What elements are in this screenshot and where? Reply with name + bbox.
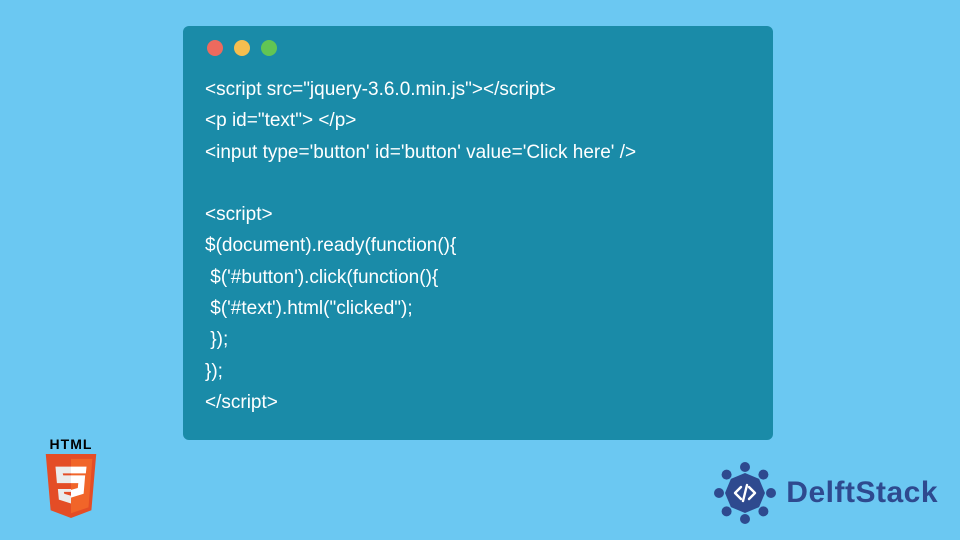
- code-line-blank: [205, 168, 751, 199]
- code-line: });: [205, 356, 751, 387]
- code-block: <script src="jquery-3.6.0.min.js"></scri…: [205, 74, 751, 418]
- code-line: <script src="jquery-3.6.0.min.js"></scri…: [205, 74, 751, 105]
- delftstack-icon: [712, 460, 778, 526]
- window-controls: [205, 40, 751, 56]
- code-line: $(document).ready(function(){: [205, 230, 751, 261]
- html5-shield-icon: [41, 454, 101, 520]
- code-line: });: [205, 324, 751, 355]
- code-line: </script>: [205, 387, 751, 418]
- html5-label: HTML: [37, 436, 105, 452]
- maximize-icon: [261, 40, 277, 56]
- code-line: <script>: [205, 199, 751, 230]
- close-icon: [207, 40, 223, 56]
- code-line: $('#text').html("clicked");: [205, 293, 751, 324]
- minimize-icon: [234, 40, 250, 56]
- code-line: <p id="text"> </p>: [205, 105, 751, 136]
- html5-logo: HTML: [37, 436, 105, 520]
- code-line: <input type='button' id='button' value='…: [205, 137, 751, 168]
- delftstack-text: DelftStack: [786, 476, 938, 510]
- delftstack-logo: DelftStack: [712, 460, 938, 526]
- code-window: <script src="jquery-3.6.0.min.js"></scri…: [183, 26, 773, 440]
- code-line: $('#button').click(function(){: [205, 262, 751, 293]
